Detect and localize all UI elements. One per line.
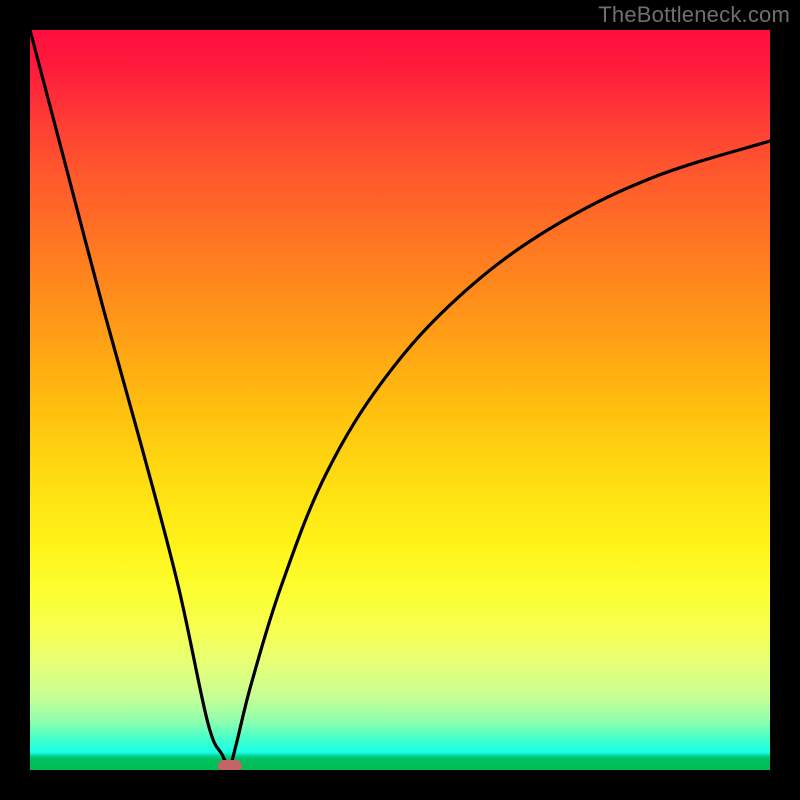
watermark-label: TheBottleneck.com	[598, 2, 790, 28]
curve-right-branch	[230, 141, 770, 770]
plot-area	[30, 30, 770, 770]
valley-marker	[218, 760, 242, 770]
curve-svg	[30, 30, 770, 770]
curve-left-branch	[30, 30, 230, 770]
chart-frame: TheBottleneck.com	[0, 0, 800, 800]
